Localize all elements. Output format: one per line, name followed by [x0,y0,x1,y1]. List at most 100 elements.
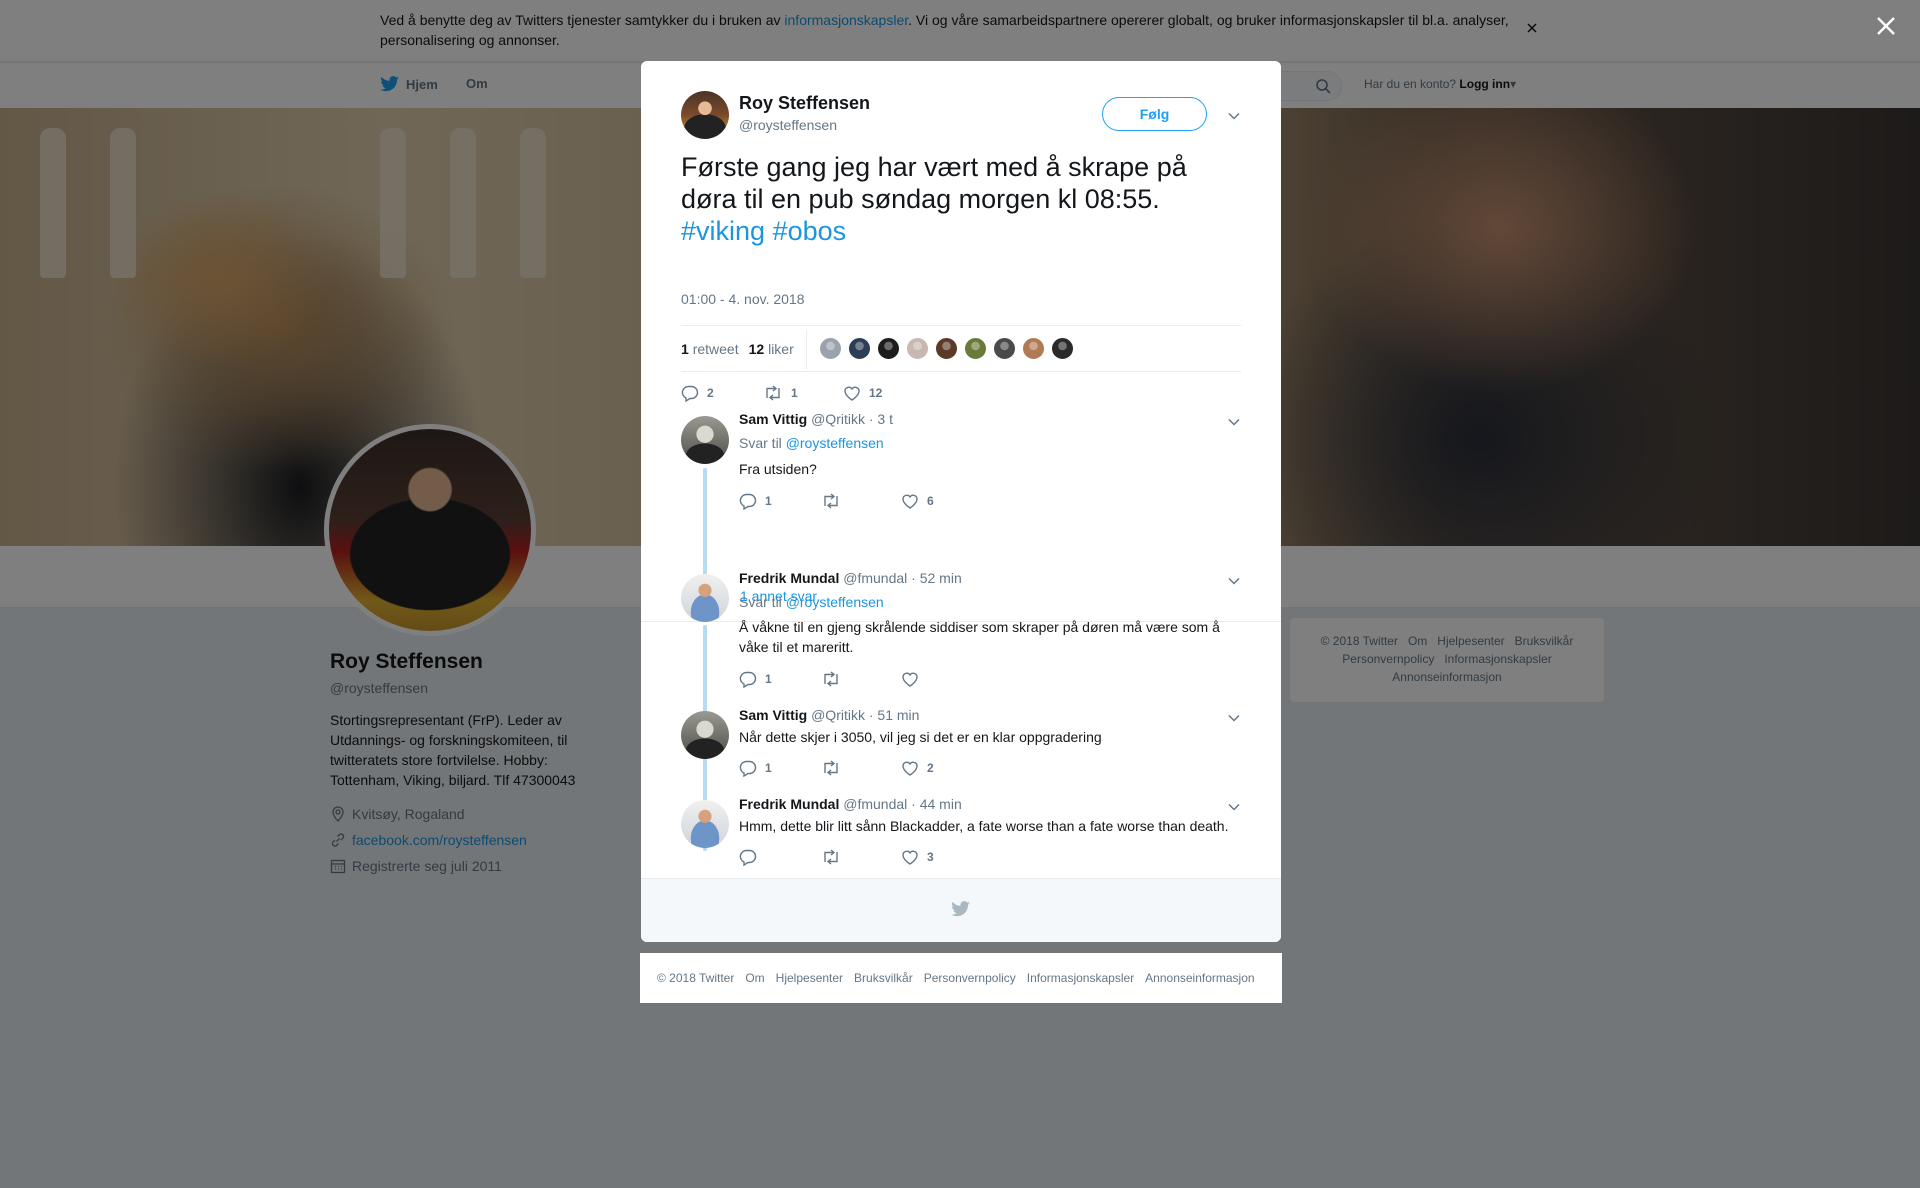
hashtag[interactable]: #obos [773,216,847,246]
reply-icon [739,759,757,777]
retweet-icon [821,848,841,866]
heart-icon [901,492,919,510]
reply-action[interactable]: 1 [739,492,821,510]
bird-icon [951,901,971,918]
tweet-modal: Roy Steffensen @roysteffensen Følg Først… [641,61,1281,942]
liker-avatar[interactable] [963,337,987,360]
reply-author-name[interactable]: Fredrik Mundal [739,796,839,812]
retweet-icon [821,759,841,777]
reply-to: Svar til @roysteffensen [739,594,884,610]
tweet-author-name[interactable]: Roy Steffensen [739,93,870,114]
reply-action[interactable]: 1 [739,759,821,777]
liker-avatar[interactable] [818,337,842,360]
mention-link[interactable]: @roysteffensen [786,435,884,451]
retweet-icon [763,384,783,402]
modal-footer [641,878,1281,942]
liker-avatar[interactable] [992,337,1016,360]
like-action[interactable]: 2 [901,759,934,777]
reply-text: Å våkne til en gjeng skrålende siddiser … [739,619,1220,655]
reply-actions: 1 2 [739,759,934,777]
reply-text: Hmm, dette blir litt sånn Blackadder, a … [739,818,1229,834]
reply-action[interactable]: 2 [681,384,763,402]
reply-actions: 1 [739,670,927,688]
retweet-action[interactable] [821,670,901,688]
avatar[interactable] [681,800,729,848]
tweet-timestamp[interactable]: 01:00 - 4. nov. 2018 [681,291,805,307]
like-action[interactable]: 12 [843,384,882,402]
footer-link[interactable]: Personvernpolicy [924,971,1016,985]
reply-header: Sam Vittig @Qritikk · 3 t [739,411,893,427]
retweet-icon [821,492,841,510]
retweet-stat[interactable]: 1 retweet [681,341,739,357]
reply-author-handle[interactable]: @Qritikk [811,411,865,427]
reply-text: Når dette skjer i 3050, vil jeg si det e… [739,729,1102,745]
reply-author-handle[interactable]: @Qritikk [811,707,865,723]
reply-actions: 3 [739,848,934,866]
footer-link[interactable]: Om [745,971,764,985]
close-icon[interactable] [1874,14,1898,38]
reply-time[interactable]: · 52 min [911,570,962,586]
avatar[interactable] [681,416,729,464]
heart-icon [843,384,861,402]
chevron-down-icon[interactable] [1227,415,1241,429]
heart-icon [901,759,919,777]
reply-author-handle[interactable]: @fmundal [843,796,907,812]
reply-icon [739,492,757,510]
divider [805,328,807,369]
chevron-down-icon[interactable] [1227,800,1241,814]
reply-header: Fredrik Mundal @fmundal · 44 min [739,796,962,812]
like-action[interactable]: 3 [901,848,934,866]
liker-avatar[interactable] [905,337,929,360]
like-action[interactable] [901,670,927,688]
footer-copyright: © 2018 Twitter [657,971,735,985]
retweet-action[interactable]: 1 [763,384,843,402]
reply-time[interactable]: · 51 min [869,707,920,723]
liker-avatars [818,337,1080,360]
reply-action[interactable]: 1 [739,670,821,688]
reply-icon [739,670,757,688]
footer-link[interactable]: Hjelpesenter [776,971,843,985]
follow-button[interactable]: Følg [1102,97,1207,131]
retweet-icon [821,670,841,688]
reply-time[interactable]: · 44 min [911,796,962,812]
footer-link[interactable]: Informasjonskapsler [1027,971,1134,985]
liker-avatar[interactable] [1021,337,1045,360]
reply-author-handle[interactable]: @fmundal [843,570,907,586]
reply-header: Sam Vittig @Qritikk · 51 min [739,707,919,723]
chevron-down-icon[interactable] [1227,109,1241,123]
avatar[interactable] [681,711,729,759]
modal-footer-links: © 2018 Twitter Om Hjelpesenter Bruksvilk… [640,953,1282,1003]
liker-avatar[interactable] [847,337,871,360]
liker-avatar[interactable] [876,337,900,360]
reply-time[interactable]: · 3 t [869,411,893,427]
chevron-down-icon[interactable] [1227,574,1241,588]
tweet-actions: 2 1 12 [681,384,882,402]
reply-author-name[interactable]: Sam Vittig [739,411,807,427]
hashtag[interactable]: #viking [681,216,765,246]
retweet-action[interactable] [821,492,901,510]
footer-link[interactable]: Bruksvilkår [854,971,913,985]
like-action[interactable]: 6 [901,492,934,510]
avatar[interactable] [681,91,729,139]
like-stat[interactable]: 12 liker [749,341,794,357]
avatar[interactable] [681,574,729,622]
reply-author-name[interactable]: Sam Vittig [739,707,807,723]
chevron-down-icon[interactable] [1227,711,1241,725]
liker-avatar[interactable] [1050,337,1074,360]
footer-link[interactable]: Annonseinformasjon [1145,971,1254,985]
heart-icon [901,670,919,688]
reply-text: Fra utsiden? [739,461,817,477]
reply-actions: 1 6 [739,492,934,510]
reply-action[interactable] [739,848,821,866]
tweet-author-handle[interactable]: @roysteffensen [739,117,837,133]
heart-icon [901,848,919,866]
thread-line [703,468,707,578]
retweet-action[interactable] [821,759,901,777]
reply-header: Fredrik Mundal @fmundal · 52 min [739,570,962,586]
mention-link[interactable]: @roysteffensen [786,594,884,610]
reply-icon [739,848,757,866]
retweet-action[interactable] [821,848,901,866]
reply-author-name[interactable]: Fredrik Mundal [739,570,839,586]
reply-to: Svar til @roysteffensen [739,435,884,451]
liker-avatar[interactable] [934,337,958,360]
